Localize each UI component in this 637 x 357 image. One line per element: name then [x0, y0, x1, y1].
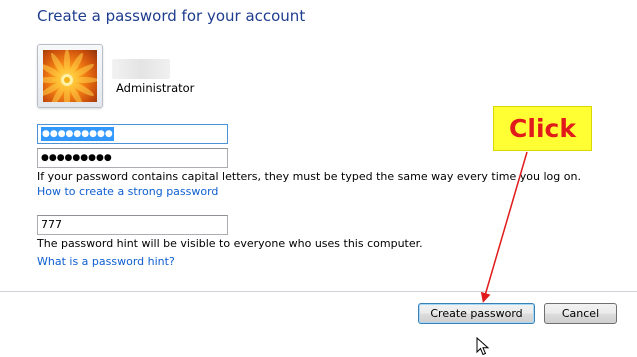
password-hint-help-link[interactable]: What is a password hint? [37, 255, 175, 268]
password-hint-value: 777 [41, 218, 62, 231]
new-password-field[interactable]: ●●●●●●●●● [37, 124, 228, 144]
cancel-button[interactable]: Cancel [544, 303, 617, 324]
confirm-password-field[interactable]: ●●●●●●●●● [37, 148, 228, 168]
mouse-pointer-icon [476, 337, 490, 356]
password-mask: ●●●●●●●●● [41, 127, 114, 141]
create-password-button[interactable]: Create password [418, 303, 535, 324]
confirm-password-mask: ●●●●●●●●● [41, 153, 112, 163]
avatar [37, 44, 103, 108]
strong-password-link[interactable]: How to create a strong password [37, 185, 218, 198]
password-hint-field[interactable]: 777 [37, 215, 228, 235]
page-title: Create a password for your account [37, 7, 306, 25]
hint-visibility-note: The password hint will be visible to eve… [37, 237, 423, 250]
redacted-name-blur [112, 59, 170, 79]
account-username: Administrator [116, 81, 195, 95]
footer-divider [0, 291, 637, 292]
capital-letters-note: If your password contains capital letter… [37, 170, 581, 183]
user-picture-flower [43, 50, 97, 102]
click-callout: Click [493, 106, 592, 151]
